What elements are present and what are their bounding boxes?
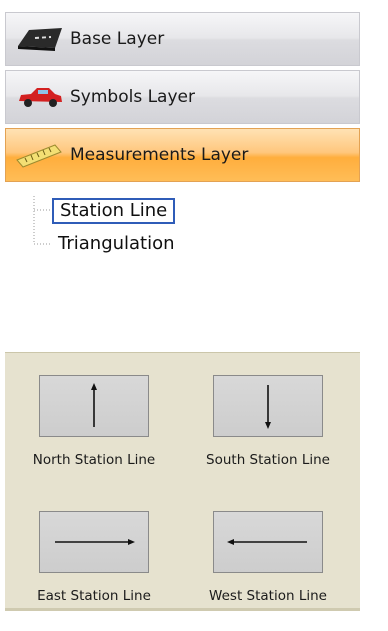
layer-panel: Base Layer Symbols Layer Measurements La… (0, 0, 360, 619)
arrow-up-icon (91, 383, 97, 427)
symbols-layer-header[interactable]: Symbols Layer (5, 70, 360, 124)
tree-connector-lines (33, 196, 50, 245)
measurements-layer-header[interactable]: Measurements Layer (5, 128, 360, 182)
base-layer-label: Base Layer (70, 29, 165, 49)
base-layer-header[interactable]: Base Layer (5, 12, 360, 66)
panel-bottom-edge (5, 608, 360, 611)
road-icon (14, 24, 66, 54)
arrow-left-icon (227, 539, 307, 545)
tree-item-triangulation[interactable]: Triangulation (52, 232, 181, 258)
car-icon (14, 82, 66, 112)
arrow-down-icon (265, 385, 271, 429)
north-station-line-button[interactable]: North Station Line (9, 375, 179, 495)
arrow-right-icon (55, 539, 135, 545)
measurements-tree: Station Line Triangulation (8, 196, 348, 346)
south-station-line-button[interactable]: South Station Line (183, 375, 353, 495)
station-line-tools: North Station Line South Station Line Ea… (5, 352, 360, 611)
east-station-line-label: East Station Line (37, 588, 151, 604)
north-station-line-tile[interactable] (39, 375, 149, 437)
measurements-layer-label: Measurements Layer (70, 145, 249, 165)
symbols-layer-label: Symbols Layer (70, 87, 195, 107)
south-station-line-label: South Station Line (206, 452, 330, 468)
east-station-line-tile[interactable] (39, 511, 149, 573)
west-station-line-label: West Station Line (209, 588, 327, 604)
north-station-line-label: North Station Line (32, 452, 156, 468)
tree-item-station-line[interactable]: Station Line (52, 198, 176, 224)
ruler-icon (14, 140, 66, 170)
west-station-line-tile[interactable] (213, 511, 323, 573)
west-station-line-button[interactable]: West Station Line (183, 511, 353, 631)
east-station-line-button[interactable]: East Station Line (9, 511, 179, 631)
south-station-line-tile[interactable] (213, 375, 323, 437)
